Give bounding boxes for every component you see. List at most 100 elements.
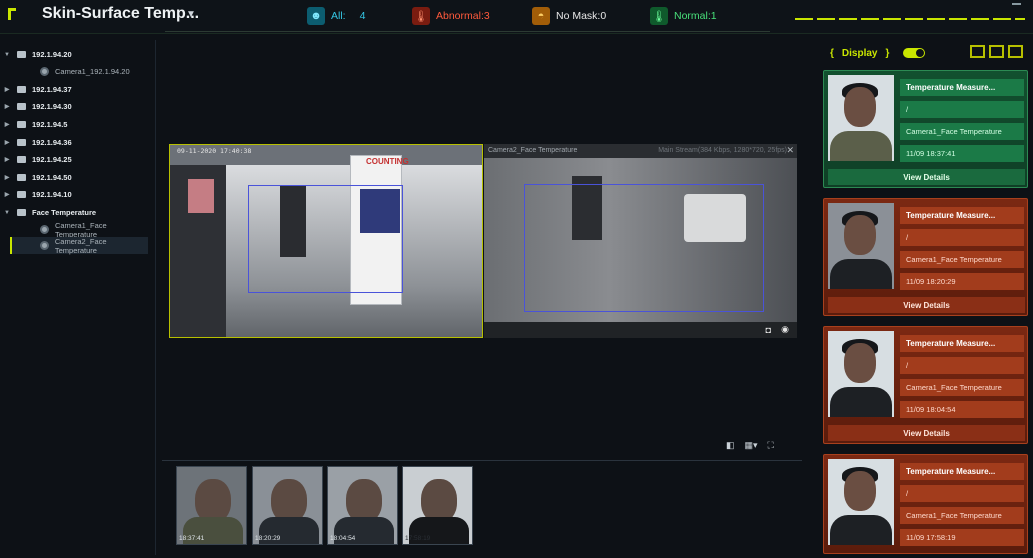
app-title[interactable]: Skin-Surface Temp... [42,5,199,23]
tree-node-192-1-94-37[interactable]: ▶ 192.1.94.37 [0,81,150,98]
filter-nomask-icon[interactable] [1008,45,1023,58]
tree-camera-item[interactable]: Camera1_192.1.94.20 [0,63,150,80]
tree-node-label: 192.1.94.20 [32,50,72,59]
view-details-button[interactable]: View Details [828,425,1025,441]
card-camera: Camera1_Face Temperature [900,507,1024,524]
detection-box [524,184,764,312]
card-temperature: / [900,357,1024,374]
mask-icon: ◓ [532,7,550,25]
view-details-button[interactable]: View Details [828,169,1025,185]
head [844,87,876,127]
record-icon[interactable]: ◉ [781,324,789,335]
tree-node-face-temperature[interactable]: ▼ Face Temperature [0,204,150,221]
expand-icon[interactable]: ▶ [0,156,14,163]
card-time: 11/09 18:37:41 [900,145,1024,162]
expand-icon[interactable]: ▶ [0,103,14,110]
head [844,343,876,383]
tree-node-192-1-94-5[interactable]: ▶ 192.1.94.5 [0,116,150,133]
tree-node-192-1-94-20[interactable]: ▼ 192.1.94.20 [0,46,150,63]
filter-abnormal-icon[interactable] [989,45,1004,58]
capture-thumbnail[interactable]: 18:20:29 [252,466,323,545]
tree-node-label: 192.1.94.30 [32,102,72,111]
video-pane-camera1[interactable]: COUNTING 09-11-2020 17:40:38 [169,144,483,338]
card-time: 11/09 18:04:54 [900,401,1024,418]
expand-icon[interactable]: ▶ [0,86,14,93]
stat-normal[interactable]: 🌡 Normal:1 [650,6,717,26]
tree-node-192-1-94-25[interactable]: ▶ 192.1.94.25 [0,151,150,168]
card-time: 11/09 17:58:19 [900,529,1024,546]
divider [165,31,770,33]
fullscreen-icon[interactable]: ⛶ [768,440,774,451]
top-bar: Skin-Surface Temp... ▼ ☻ All: 4 🌡 Abnorm… [0,0,1033,34]
tree-node-192-1-94-10[interactable]: ▶ 192.1.94.10 [0,186,150,203]
grid-layout-icon[interactable]: ▦▾ [745,440,758,451]
folder-icon [17,139,26,146]
folder-icon [17,156,26,163]
capture-thumbnail[interactable]: 17:58:19 [402,466,473,545]
face-photo [828,459,894,545]
card-camera: Camera1_Face Temperature [900,251,1024,268]
card-title: Temperature Measure... [900,335,1024,352]
capture-time: 17:58:19 [405,535,431,542]
tree-camera-item-selected[interactable]: Camera2_Face Temperature [10,237,148,255]
title-dropdown-icon[interactable]: ▼ [186,9,196,20]
view-details-button[interactable]: View Details [828,297,1025,313]
expand-icon[interactable]: ▶ [0,174,14,181]
card-camera: Camera1_Face Temperature [900,123,1024,140]
tree-node-192-1-94-30[interactable]: ▶ 192.1.94.30 [0,98,150,115]
stat-abnormal-label: Abnormal:3 [436,10,490,22]
tree-node-label: 192.1.94.37 [32,85,72,94]
card-camera: Camera1_Face Temperature [900,379,1024,396]
folder-icon [17,209,26,216]
collapse-icon[interactable]: ▼ [0,210,14,216]
close-icon[interactable]: ✕ [786,145,794,156]
snapshot-icon[interactable]: ◘ [766,325,771,335]
stat-abnormal[interactable]: 🌡 Abnormal:3 [412,6,490,26]
alert-card[interactable]: Temperature Measure... / Camera1_Face Te… [823,454,1028,554]
expand-icon[interactable]: ▶ [0,191,14,198]
app-window: Skin-Surface Temp... ▼ ☻ All: 4 🌡 Abnorm… [0,0,1033,558]
capture-thumbnail[interactable]: 18:04:54 [327,466,398,545]
head [844,471,876,511]
expand-icon[interactable]: ▶ [0,121,14,128]
video-pane-camera2[interactable]: Camera2_Face Temperature Main Stream(384… [484,144,797,338]
capture-thumbnail[interactable]: 18:37:41 [176,466,247,545]
thermometer-icon: 🌡 [650,7,668,25]
counting-sign: COUNTING [366,157,409,166]
window-layout-icon[interactable]: ◧ [726,440,735,451]
capture-time: 18:04:54 [330,535,356,542]
expand-icon[interactable]: ▼ [0,52,14,58]
card-temperature: / [900,101,1024,118]
capture-time: 18:37:41 [179,535,205,542]
display-toggle[interactable] [903,48,926,58]
stream-info: Main Stream(384 Kbps, 1280*720, 25fps) [658,147,787,154]
minimize-icon[interactable] [1012,3,1021,5]
alert-card[interactable]: Temperature Measure... / Camera1_Face Te… [823,198,1028,316]
filter-all-icon[interactable] [970,45,985,58]
folder-icon [17,121,26,128]
layout-controls: ◧ ▦▾ ⛶ [726,440,774,451]
tree-node-192-1-94-50[interactable]: ▶ 192.1.94.50 [0,169,150,186]
tree-camera-item[interactable]: Camera1_Face Temperature [0,221,150,239]
folder-icon [17,103,26,110]
torso [830,387,892,417]
stat-normal-label: Normal:1 [674,10,717,22]
folder-icon [17,191,26,198]
stat-nomask[interactable]: ◓ No Mask:0 [532,6,606,26]
video-timestamp: 09-11-2020 17:40:38 [177,147,252,155]
card-title: Temperature Measure... [900,463,1024,480]
display-toggle-row: { Display } [822,46,926,60]
torso [830,515,892,545]
device-tree: ▼ 192.1.94.20 Camera1_192.1.94.20 ▶ 192.… [0,40,156,555]
face-photo [828,331,894,417]
tree-node-192-1-94-36[interactable]: ▶ 192.1.94.36 [0,134,150,151]
card-temperature: / [900,485,1024,502]
torso [830,259,892,289]
alert-card[interactable]: Temperature Measure... / Camera1_Face Te… [823,326,1028,444]
expand-icon[interactable]: ▶ [0,139,14,146]
bracket-right: } [885,47,890,59]
stat-all[interactable]: ☻ All: 4 [307,6,365,26]
decorative-stripe [795,18,1025,20]
alert-card[interactable]: Temperature Measure... / Camera1_Face Te… [823,70,1028,188]
camera-icon [40,241,49,250]
